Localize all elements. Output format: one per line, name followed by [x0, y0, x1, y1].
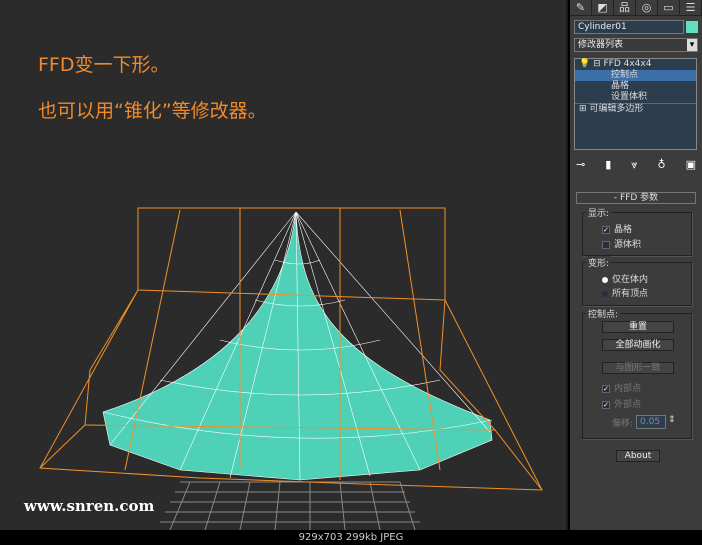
stack-item-ffd[interactable]: 💡 ⊟ FFD 4x4x4: [575, 59, 696, 70]
lattice-checkbox[interactable]: ✓ 晶格: [602, 222, 632, 235]
cone: [102, 211, 493, 481]
motion-icon[interactable]: ◎: [636, 0, 658, 15]
rollout-title: FFD 参数: [619, 193, 659, 203]
modify-icon[interactable]: ◩: [592, 0, 614, 15]
lightbulb-icon[interactable]: 💡: [579, 59, 590, 69]
modifier-stack[interactable]: 💡 ⊟ FFD 4x4x4 控制点 晶格 设置体积 ⊞ 可编辑多边形: [574, 58, 697, 150]
chevron-down-icon: ▾: [687, 39, 697, 51]
animate-all-button[interactable]: 全部动画化: [602, 339, 674, 351]
stack-item-control-points[interactable]: 控制点: [575, 70, 696, 81]
only-in-volume-radio[interactable]: 仅在体内: [602, 272, 648, 285]
stack-toolbar: ⊸ ▮ ⩔ ♁ ▣: [576, 158, 696, 172]
all-vertices-radio[interactable]: 所有顶点: [602, 286, 648, 299]
watermark: www.snren.com: [24, 497, 155, 515]
viewport[interactable]: FFD变一下形。 也可以用“锥化”等修改器。 www.snren.com: [0, 0, 568, 530]
image-info-bar: 929x703 299kb JPEG: [0, 530, 702, 545]
stack-label: FFD 4x4x4: [603, 59, 652, 69]
pin-stack-icon[interactable]: ⊸: [576, 158, 585, 172]
make-unique-icon[interactable]: ⩔: [631, 158, 637, 172]
stack-label: 可编辑多边形: [589, 104, 644, 114]
label: 源体积: [614, 240, 642, 250]
stack-item-editable-poly[interactable]: ⊞ 可编辑多边形: [575, 103, 696, 114]
ffd-cone-scene: [39, 207, 543, 530]
grid: [160, 481, 420, 530]
display-icon[interactable]: ▭: [658, 0, 680, 15]
utilities-icon[interactable]: ☰: [680, 0, 702, 15]
configure-sets-icon[interactable]: ▣: [686, 158, 696, 172]
object-color-swatch[interactable]: [686, 21, 698, 33]
label: 晶格: [614, 225, 633, 235]
source-volume-checkbox[interactable]: 源体积: [602, 237, 641, 250]
ffd-params-rollout[interactable]: - FFD 参数: [576, 192, 696, 204]
group-label: 控制点:: [586, 307, 621, 320]
show-end-result-icon[interactable]: ▮: [605, 158, 611, 172]
stack-item-set-volume[interactable]: 设置体积: [575, 92, 696, 103]
hierarchy-icon[interactable]: 品: [614, 0, 636, 15]
offset-label: 偏移:: [612, 419, 634, 429]
inside-points-checkbox[interactable]: ✓ 内部点: [602, 381, 641, 394]
panel-tabs: ✎ ◩ 品 ◎ ▭ ☰: [570, 0, 702, 16]
group-label: 显示:: [586, 206, 612, 219]
offset-input[interactable]: 0.05: [636, 415, 666, 429]
group-label: 变形:: [586, 256, 612, 269]
create-icon[interactable]: ✎: [570, 0, 592, 15]
offset-spinner[interactable]: ⇕: [668, 415, 676, 425]
object-name-input[interactable]: Cylinder01: [574, 20, 684, 34]
label: 内部点: [614, 384, 642, 394]
modifier-list-dropdown[interactable]: 修改器列表 ▾: [574, 38, 698, 52]
label: 所有顶点: [612, 289, 649, 299]
remove-modifier-icon[interactable]: ♁: [658, 158, 666, 172]
label: 仅在体内: [612, 275, 649, 285]
label: 外部点: [614, 400, 642, 410]
stack-item-lattice[interactable]: 晶格: [575, 81, 696, 92]
conform-to-shape-button[interactable]: 与图形一致: [602, 362, 674, 374]
reset-button[interactable]: 重置: [602, 321, 674, 333]
modifier-list-label: 修改器列表: [578, 40, 624, 50]
outside-points-checkbox[interactable]: ✓ 外部点: [602, 397, 641, 410]
about-button[interactable]: About: [616, 450, 660, 462]
command-panel: ✎ ◩ 品 ◎ ▭ ☰ Cylinder01 修改器列表 ▾ 💡 ⊟ FFD 4x…: [570, 0, 702, 530]
